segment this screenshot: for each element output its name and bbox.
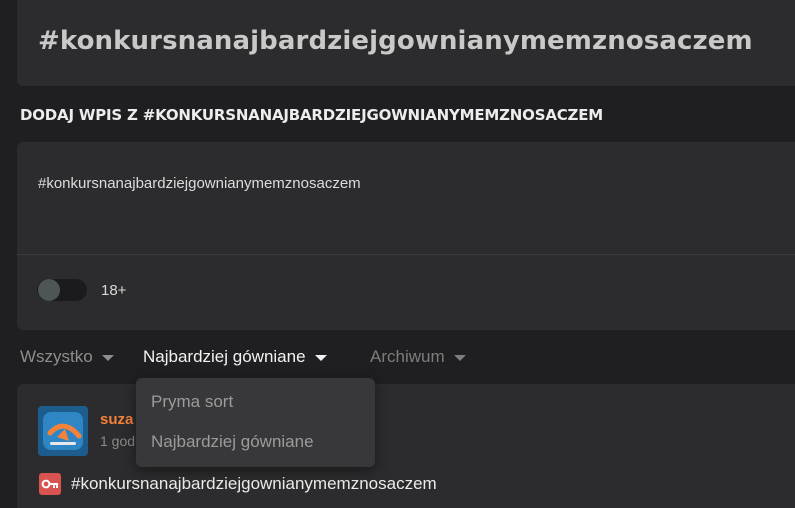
composer-textarea[interactable]: #konkursnanajbardziejgownianymemznosacze… bbox=[38, 175, 361, 192]
sort-tab-worst[interactable]: Najbardziej gówniane bbox=[143, 347, 327, 367]
key-icon bbox=[39, 473, 61, 495]
adult-content-toggle[interactable] bbox=[37, 279, 87, 301]
dropdown-option-pryma-sort[interactable]: Pryma sort bbox=[151, 392, 233, 412]
adult-content-label: 18+ bbox=[101, 282, 127, 299]
tag-title: #konkursnanajbardziejgownianymemznosacze… bbox=[38, 26, 753, 56]
composer-divider bbox=[17, 254, 795, 255]
composer-heading: DODAJ WPIS Z #KONKURSNANAJBARDZIEJGOWNIA… bbox=[20, 106, 603, 124]
sort-tab-archive[interactable]: Archiwum bbox=[370, 347, 466, 367]
tag-header: #konkursnanajbardziejgownianymemznosacze… bbox=[17, 0, 795, 86]
sort-tab-label: Archiwum bbox=[370, 347, 445, 366]
sort-tab-label: Najbardziej gówniane bbox=[143, 347, 306, 366]
dropdown-option-najbardziej-gowniane[interactable]: Najbardziej gówniane bbox=[151, 432, 314, 452]
sort-dropdown-menu: Pryma sort Najbardziej gówniane bbox=[136, 378, 375, 467]
avatar-logo-icon bbox=[38, 406, 88, 456]
entry-tag-link[interactable]: #konkursnanajbardziejgownianymemznosacze… bbox=[71, 474, 437, 494]
entry-author[interactable]: suza bbox=[100, 411, 133, 428]
toggle-knob bbox=[38, 279, 60, 301]
chevron-down-icon bbox=[314, 354, 327, 361]
sort-tab-all[interactable]: Wszystko bbox=[20, 347, 114, 367]
entry-card: suza 1 god #konkursnanajbardziejgowniany… bbox=[17, 384, 795, 508]
entry-timestamp: 1 god bbox=[100, 433, 136, 449]
sort-tab-label: Wszystko bbox=[20, 347, 93, 366]
chevron-down-icon bbox=[453, 354, 466, 361]
entry-composer: #konkursnanajbardziejgownianymemznosacze… bbox=[17, 142, 795, 330]
avatar[interactable] bbox=[38, 406, 88, 456]
chevron-down-icon bbox=[101, 354, 114, 361]
